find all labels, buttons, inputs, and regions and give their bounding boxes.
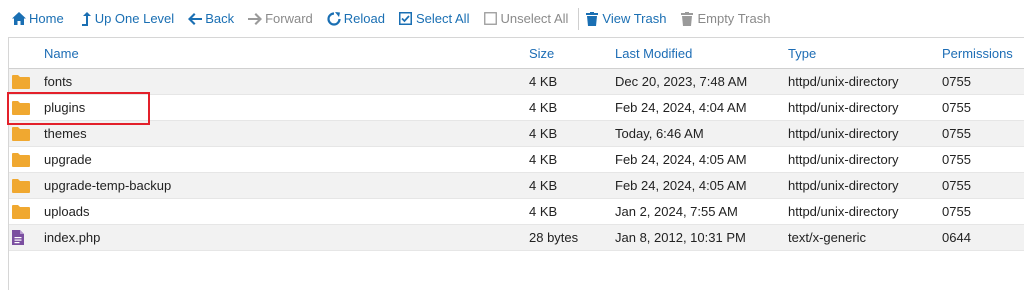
file-type: httpd/unix-directory: [788, 74, 899, 89]
file-size: 4 KB: [529, 178, 558, 193]
table-row[interactable]: upgrade-temp-backup 4 KB Feb 24, 2024, 4:0…: [9, 173, 1024, 199]
table-row[interactable]: upgrade 4 KB Feb 24, 2024, 4:05 AM httpd/un…: [9, 147, 1024, 173]
back-button[interactable]: Back: [188, 11, 234, 26]
file-type: httpd/unix-directory: [788, 178, 899, 193]
up-one-level-label: Up One Level: [94, 11, 175, 26]
checkbox-checked-icon: [399, 12, 413, 26]
empty-trash-label: Empty Trash: [697, 11, 771, 26]
column-header-last-modified[interactable]: Last Modified: [615, 38, 692, 68]
file-name[interactable]: index.php: [44, 225, 100, 250]
checkbox-empty-icon: [483, 12, 497, 26]
table-row[interactable]: index.php 28 bytes Jan 8, 2012, 10:31 PM te…: [9, 225, 1024, 251]
file-size: 4 KB: [529, 74, 558, 89]
file-last-modified: Feb 24, 2024, 4:05 AM: [615, 152, 747, 167]
file-list-table: Name Size Last Modified Type Permissions…: [8, 37, 1024, 290]
file-name[interactable]: themes: [44, 121, 87, 146]
file-type: httpd/unix-directory: [788, 204, 899, 219]
table-row[interactable]: plugins 4 KB Feb 24, 2024, 4:04 AM httpd/un…: [9, 95, 1024, 121]
forward-label: Forward: [265, 11, 313, 26]
folder-icon: [12, 173, 36, 198]
column-header-name[interactable]: Name: [44, 38, 79, 68]
forward-button[interactable]: Forward: [248, 11, 313, 26]
empty-trash-button[interactable]: Empty Trash: [680, 11, 770, 26]
file-size: 28 bytes: [529, 230, 579, 245]
file-permissions: 0755: [942, 152, 971, 167]
file-name[interactable]: uploads: [44, 199, 90, 224]
folder-icon: [12, 147, 36, 172]
back-label: Back: [205, 11, 235, 26]
file-last-modified: Dec 20, 2023, 7:48 AM: [615, 74, 748, 89]
file-name[interactable]: upgrade-temp-backup: [44, 173, 171, 198]
file-size: 4 KB: [529, 126, 558, 141]
file-size: 4 KB: [529, 100, 558, 115]
file-type: httpd/unix-directory: [788, 126, 899, 141]
file-type: httpd/unix-directory: [788, 100, 899, 115]
select-all-label: Select All: [415, 11, 470, 26]
arrow-left-icon: [188, 12, 203, 26]
folder-icon: [12, 69, 36, 94]
file-name[interactable]: plugins: [44, 95, 85, 120]
unselect-all-label: Unselect All: [500, 11, 569, 26]
reload-icon: [327, 11, 341, 26]
file-name[interactable]: fonts: [44, 69, 72, 94]
file-last-modified: Today, 6:46 AM: [615, 126, 704, 141]
table-body: fonts 4 KB Dec 20, 2023, 7:48 AM httpd/unix…: [9, 69, 1024, 251]
file-permissions: 0755: [942, 178, 971, 193]
file-permissions: 0644: [942, 230, 971, 245]
file-last-modified: Feb 24, 2024, 4:05 AM: [615, 178, 747, 193]
toolbar: Home Up One Level Back Forward Reload Se…: [0, 0, 1024, 37]
file-last-modified: Feb 24, 2024, 4:04 AM: [615, 100, 747, 115]
file-permissions: 0755: [942, 100, 971, 115]
level-up-icon: [78, 11, 92, 26]
column-header-size[interactable]: Size: [529, 38, 554, 68]
table-row[interactable]: uploads 4 KB Jan 2, 2024, 7:55 AM httpd/uni…: [9, 199, 1024, 225]
trash-icon: [680, 11, 694, 26]
folder-icon: [12, 199, 36, 224]
file-permissions: 0755: [942, 74, 971, 89]
trash-icon: [585, 11, 599, 26]
file-last-modified: Jan 8, 2012, 10:31 PM: [615, 230, 746, 245]
column-header-type[interactable]: Type: [788, 38, 816, 68]
home-button[interactable]: Home: [12, 11, 64, 26]
reload-label: Reload: [343, 11, 385, 26]
table-row[interactable]: themes 4 KB Today, 6:46 AM httpd/unix-direc…: [9, 121, 1024, 147]
file-size: 4 KB: [529, 204, 558, 219]
toolbar-divider: [578, 7, 580, 30]
home-label: Home: [29, 11, 64, 26]
reload-button[interactable]: Reload: [327, 11, 385, 26]
file-last-modified: Jan 2, 2024, 7:55 AM: [615, 204, 738, 219]
select-all-button[interactable]: Select All: [399, 11, 469, 26]
file-type: httpd/unix-directory: [788, 152, 899, 167]
up-one-level-button[interactable]: Up One Level: [78, 11, 175, 26]
column-header-permissions[interactable]: Permissions: [942, 38, 1013, 68]
table-header-row: Name Size Last Modified Type Permissions: [9, 38, 1024, 69]
folder-icon: [12, 95, 36, 120]
home-icon: [12, 12, 26, 26]
file-icon: [12, 225, 36, 250]
unselect-all-button[interactable]: Unselect All: [483, 11, 568, 26]
arrow-right-icon: [248, 12, 263, 26]
file-permissions: 0755: [942, 204, 971, 219]
file-name[interactable]: upgrade: [44, 147, 92, 172]
table-row[interactable]: fonts 4 KB Dec 20, 2023, 7:48 AM httpd/unix…: [9, 69, 1024, 95]
folder-icon: [12, 121, 36, 146]
file-size: 4 KB: [529, 152, 558, 167]
view-trash-button[interactable]: View Trash: [585, 11, 666, 26]
file-type: text/x-generic: [788, 230, 867, 245]
file-permissions: 0755: [942, 126, 971, 141]
view-trash-label: View Trash: [602, 11, 667, 26]
